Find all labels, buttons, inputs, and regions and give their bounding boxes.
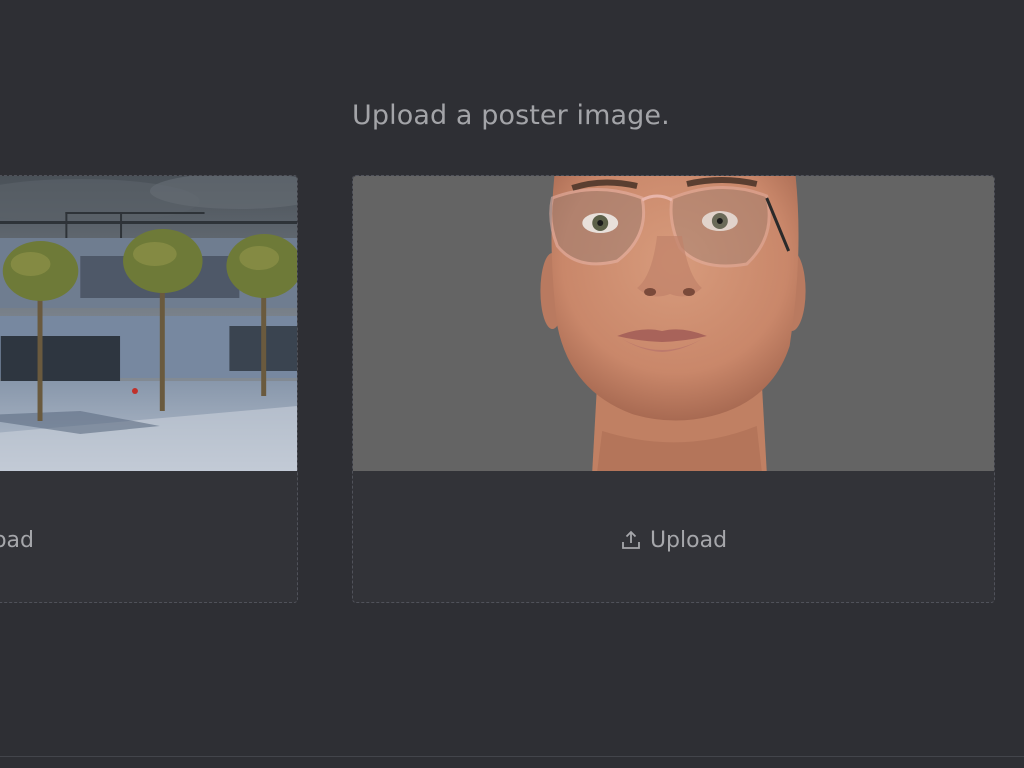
upload-label: Upload bbox=[0, 527, 34, 553]
page-heading: Upload a poster image. bbox=[352, 100, 670, 131]
poster-card-head[interactable]: Upload bbox=[352, 175, 995, 603]
upload-label: Upload bbox=[649, 527, 728, 553]
upload-icon bbox=[622, 530, 640, 549]
upload-button[interactable]: Upload bbox=[353, 522, 994, 558]
poster-card-house[interactable]: Upload bbox=[0, 175, 298, 603]
bottom-divider bbox=[0, 756, 1024, 757]
poster-thumbnail-head bbox=[353, 176, 994, 471]
poster-upload-page: Upload a poster image. ad Upload bbox=[0, 0, 1024, 768]
upload-button[interactable]: Upload bbox=[0, 522, 297, 558]
poster-thumbnail-house bbox=[0, 176, 297, 471]
